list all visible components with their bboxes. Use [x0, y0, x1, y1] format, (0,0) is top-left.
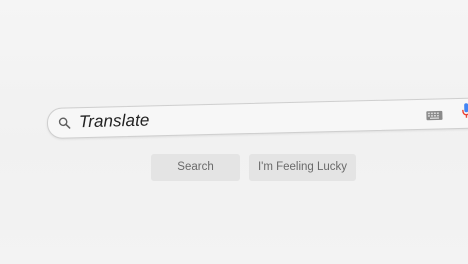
mic-icon[interactable] [462, 103, 468, 119]
search-input[interactable]: Translate [79, 109, 150, 133]
search-bar[interactable]: Translate [46, 97, 468, 139]
search-icon [58, 116, 71, 129]
search-page: { "search": { "query": "Translate" }, "b… [0, 0, 468, 264]
feeling-lucky-button[interactable]: I'm Feeling Lucky [249, 154, 356, 181]
search-button[interactable]: Search [151, 154, 240, 181]
keyboard-icon[interactable] [426, 107, 443, 121]
